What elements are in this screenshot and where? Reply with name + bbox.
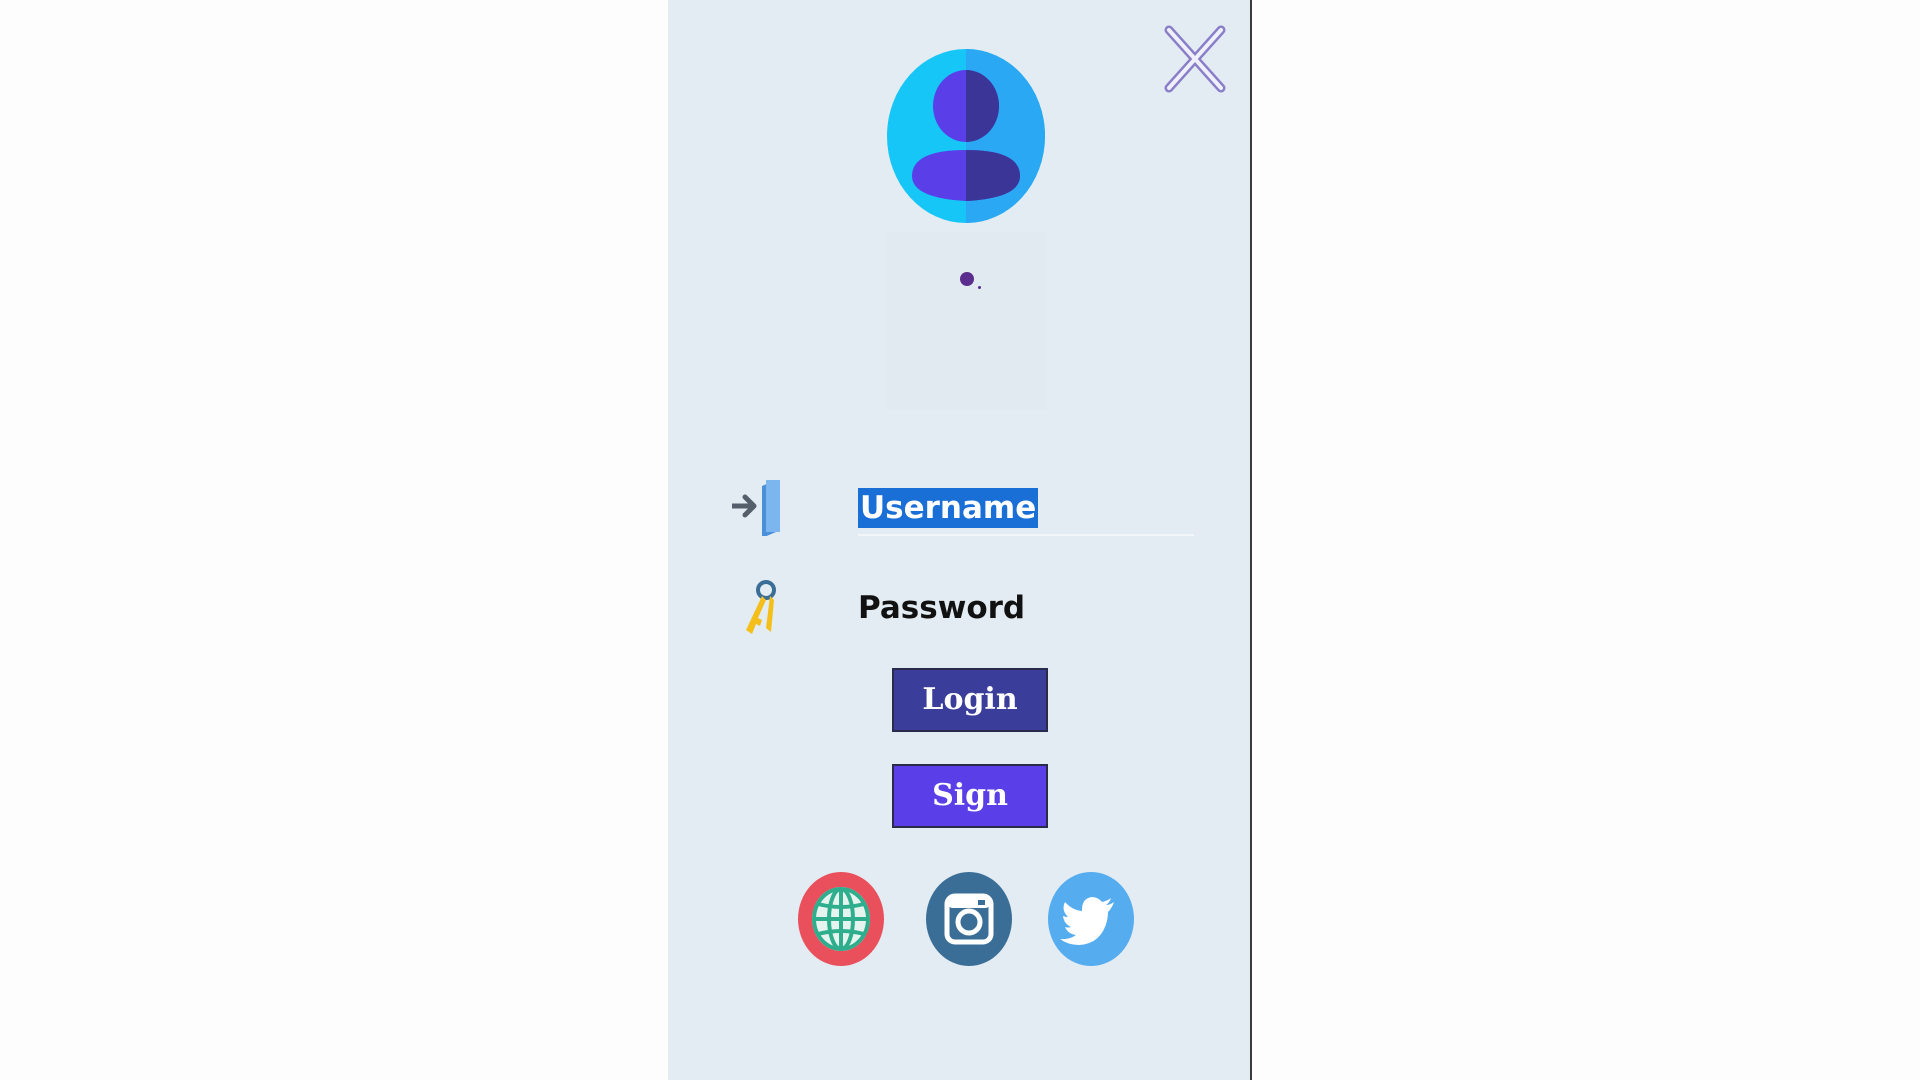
password-row: Password <box>732 576 1132 636</box>
user-avatar <box>886 48 1046 224</box>
login-arrow-icon <box>732 480 780 536</box>
close-button[interactable] <box>1163 24 1227 94</box>
loading-dot <box>978 286 981 289</box>
user-avatar-icon <box>887 49 1045 223</box>
twitter-icon <box>1048 872 1134 966</box>
sign-button[interactable]: Sign <box>892 764 1048 828</box>
page-background: Username Password Login Sign <box>0 0 1920 1080</box>
login-button[interactable]: Login <box>892 668 1048 732</box>
key-icon <box>746 580 776 634</box>
twitter-link[interactable] <box>1048 872 1134 966</box>
instagram-link[interactable] <box>926 872 1012 966</box>
username-row: Username <box>732 476 1194 536</box>
username-field[interactable]: Username <box>858 488 1039 528</box>
username-underline <box>858 534 1194 536</box>
instagram-icon <box>926 872 1012 966</box>
login-panel: Username Password Login Sign <box>668 0 1252 1080</box>
website-link[interactable] <box>798 872 884 966</box>
loading-indicator <box>886 232 1046 410</box>
globe-icon <box>798 872 884 966</box>
close-icon <box>1164 25 1226 93</box>
password-field[interactable]: Password <box>858 588 1025 628</box>
loading-dot <box>960 272 974 286</box>
